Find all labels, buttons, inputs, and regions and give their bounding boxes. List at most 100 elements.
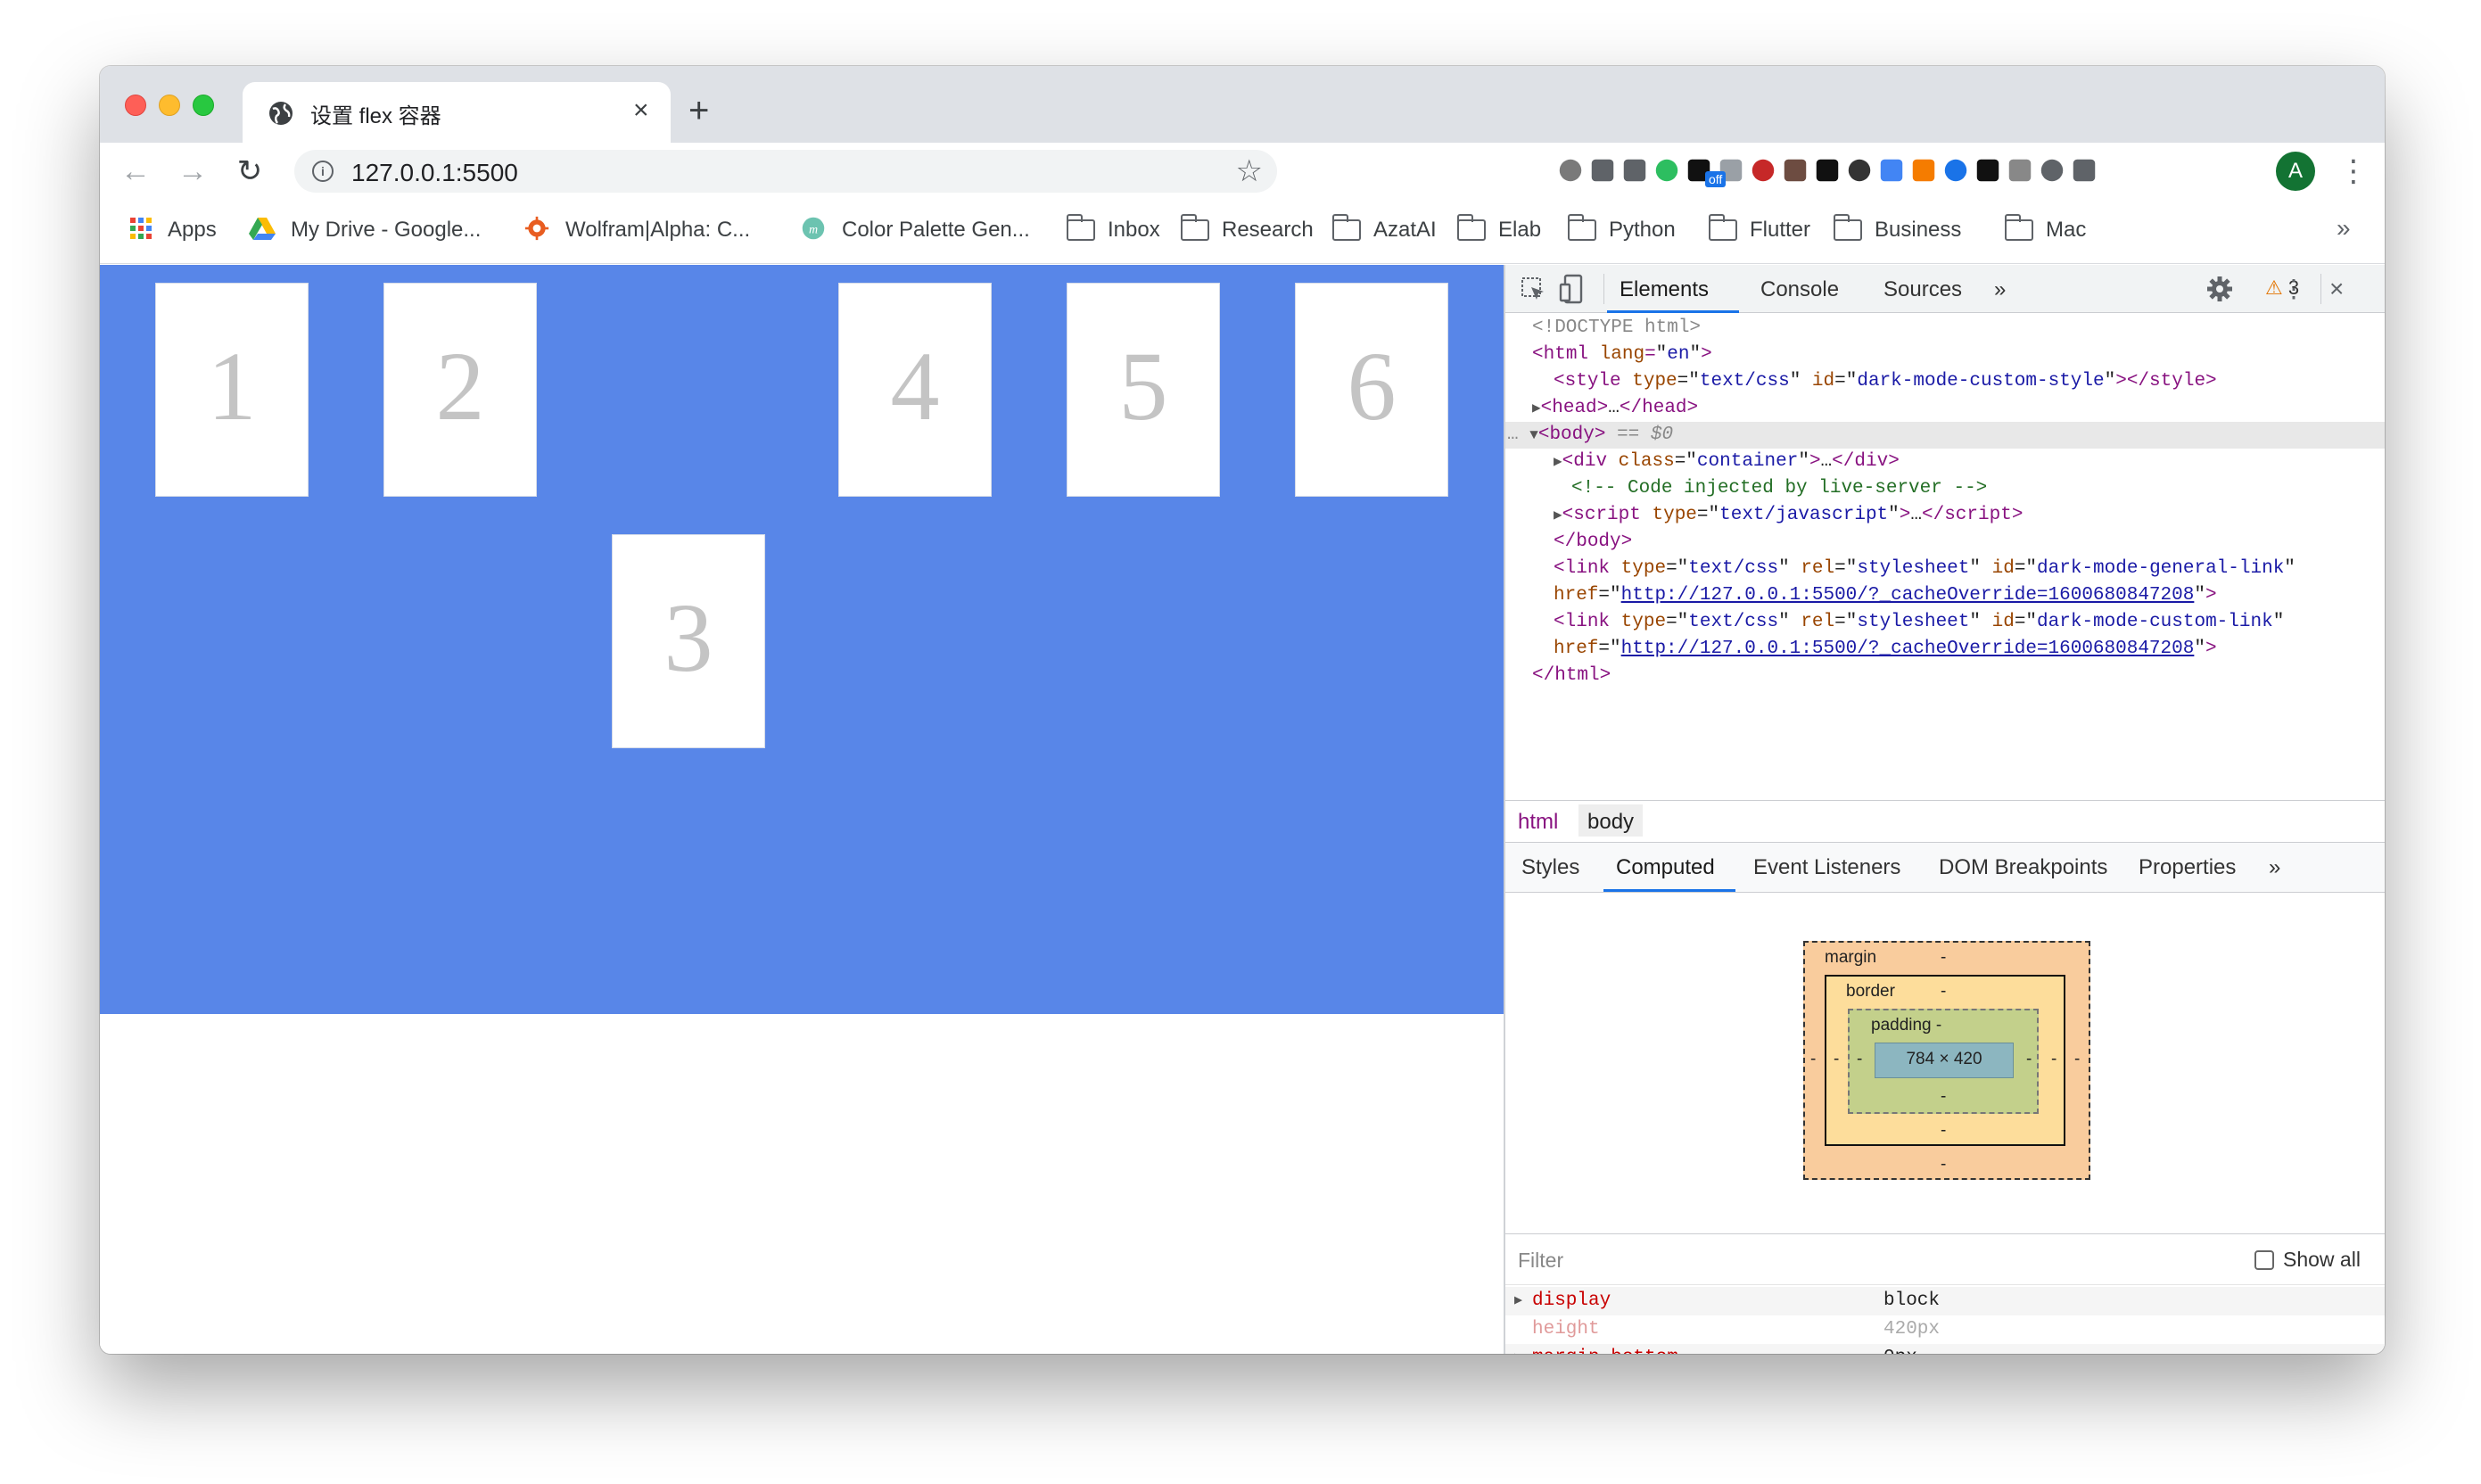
stylesheet-link[interactable]: http://127.0.0.1:5500/?_cacheOverride=16… [1621,585,2195,606]
dom-link-href-2[interactable]: href="http://127.0.0.1:5500/?_cacheOverr… [1505,636,2385,663]
bookmark-folder-research[interactable]: Research [1222,218,1314,243]
tab-elements[interactable]: Elements [1620,277,1709,302]
close-window-button[interactable] [125,95,146,116]
extension-badge: off [1705,171,1727,187]
tab-event-listeners[interactable]: Event Listeners [1753,855,1900,880]
dom-tree: <!DOCTYPE html> <html lang="en"> <style … [1505,313,2385,732]
vue-extension-icon[interactable] [2008,159,2032,182]
new-tab-button[interactable]: + [688,93,709,128]
expand-triangle-icon[interactable]: ▶ [1514,1287,1522,1315]
breadcrumb-body[interactable]: body [1578,804,1644,837]
flex-item-number: 6 [1347,332,1397,441]
translate-extension-icon[interactable] [1880,159,1903,182]
show-all-checkbox[interactable] [2254,1250,2274,1270]
active-tab-indicator [1603,889,1735,892]
bookmark-folder-mac[interactable]: Mac [2046,218,2086,243]
settings-gear-icon[interactable] [2206,276,2233,302]
breadcrumb-html[interactable]: html [1509,810,1567,842]
computed-property-row[interactable]: ▶ display block [1505,1287,2385,1315]
hypothesis-extension-icon[interactable] [1623,159,1646,182]
show-all-label[interactable]: Show all [2283,1248,2361,1272]
bookmark-wolfram-alpha[interactable]: Wolfram|Alpha: C... [565,218,750,243]
bookmark-folder-azatai[interactable]: AzatAI [1373,218,1437,243]
reload-button[interactable]: ↻ [232,153,268,189]
toolbar-divider [1603,274,1604,304]
minimize-window-button[interactable] [159,95,180,116]
tab-styles[interactable]: Styles [1521,855,1579,880]
bookmark-star-icon[interactable]: ☆ [1236,153,1263,189]
stylesheet-link[interactable]: http://127.0.0.1:5500/?_cacheOverride=16… [1621,639,2195,659]
evernote-extension-icon[interactable] [1655,159,1678,182]
dom-div-container-node[interactable]: ▶<div class="container">…</div> [1505,449,2385,475]
computed-property-row[interactable]: ▶ margin-bottom 0px [1505,1344,2385,1354]
tab-close-icon[interactable]: × [633,95,649,127]
margin-bottom-value: - [1941,1155,1947,1174]
forward-button[interactable]: → [175,153,210,189]
browser-toolbar: ← → ↻ i 127.0.0.1:5500 ☆ off A ⋮ [100,143,2385,200]
bookmark-apps[interactable]: Apps [168,218,217,243]
address-bar[interactable]: i 127.0.0.1:5500 ☆ [294,150,1277,193]
book-extension-icon[interactable] [1752,159,1775,182]
jetbrains-extension-icon[interactable] [1976,159,1999,182]
gear-extension-icon[interactable] [1559,159,1582,182]
dom-style-node[interactable]: <style type="text/css" id="dark-mode-cus… [1505,368,2385,395]
tab-properties[interactable]: Properties [2139,855,2236,880]
back-button[interactable]: ← [118,153,153,189]
notion-extension-icon[interactable] [1816,159,1839,182]
device-toolbar-icon[interactable] [1559,274,1586,304]
tab-computed[interactable]: Computed [1616,855,1715,880]
lightbulb-extension-icon[interactable] [1944,159,1967,182]
pocket-extension-icon[interactable] [1591,159,1614,182]
dom-link-node-1[interactable]: <link type="text/css" rel="stylesheet" i… [1505,556,2385,582]
devtools-menu-icon[interactable]: ⋮ [2281,274,2306,304]
browser-menu-icon[interactable]: ⋮ [2338,152,2369,191]
puzzle-extension-icon[interactable] [2073,159,2096,182]
dom-doctype[interactable]: <!DOCTYPE html> [1505,315,2385,342]
more-sub-tabs-icon[interactable]: » [2269,855,2280,880]
bookmark-folder-inbox[interactable]: Inbox [1108,218,1160,243]
more-tabs-icon[interactable]: » [1994,277,2006,302]
filter-input[interactable]: Filter [1518,1249,1563,1273]
tab-sources[interactable]: Sources [1883,277,1962,302]
bookmark-folder-elab[interactable]: Elab [1498,218,1541,243]
browser-tab[interactable]: 设置 flex 容器 × [243,82,671,143]
dom-comment-node[interactable]: <!-- Code injected by live-server --> [1505,475,2385,502]
dom-body-node[interactable]: … ▼<body> == $0 [1505,422,2385,449]
bookmarks-overflow-icon[interactable]: » [2337,214,2351,243]
cube-extension-icon[interactable] [1848,159,1871,182]
devtools-close-icon[interactable]: × [2329,274,2344,304]
dom-html-node[interactable]: <html lang="en"> [1505,342,2385,368]
property-value: block [1883,1290,1941,1311]
info-icon[interactable]: i [312,161,334,182]
browser-window: 设置 flex 容器 × + ← → ↻ i 127.0.0.1:5500 ☆ … [100,66,2385,1354]
folder-icon [1456,214,1486,241]
computed-property-row[interactable]: height 420px [1505,1315,2385,1344]
folder-icon [1833,214,1862,241]
expand-triangle-icon[interactable]: ▶ [1514,1344,1522,1354]
expand-triangle-icon: ▶ [1554,454,1562,470]
dom-html-close[interactable]: </html> [1505,663,2385,689]
bookmark-color-palette[interactable]: Color Palette Gen... [842,218,1030,243]
margin-label: margin [1825,948,1877,967]
bookmark-my-drive[interactable]: My Drive - Google... [291,218,481,243]
dom-link-href-1[interactable]: href="http://127.0.0.1:5500/?_cacheOverr… [1505,582,2385,609]
profile-avatar[interactable]: A [2276,152,2315,191]
tab-console[interactable]: Console [1760,277,1839,302]
maximize-window-button[interactable] [193,95,214,116]
mouse-extension-icon[interactable] [2040,159,2064,182]
dom-body-close[interactable]: </body> [1505,529,2385,556]
bookmark-folder-business[interactable]: Business [1875,218,1961,243]
bookmark-folder-flutter[interactable]: Flutter [1750,218,1810,243]
dom-head-node[interactable]: ▶<head>…</head> [1505,395,2385,422]
expand-triangle-icon: ▶ [1532,400,1541,416]
box-model-content-size[interactable]: 784 × 420 [1875,1043,2014,1078]
url-text[interactable]: 127.0.0.1:5500 [351,159,518,187]
dom-link-node-2[interactable]: <link type="text/css" rel="stylesheet" i… [1505,609,2385,636]
calendar-off-extension-icon[interactable] [1784,159,1807,182]
inspect-element-icon[interactable] [1520,276,1546,302]
google-drive-icon [249,218,276,240]
dom-script-node[interactable]: ▶<script type="text/javascript">…</scrip… [1505,502,2385,529]
orange-extension-icon[interactable] [1912,159,1935,182]
bookmark-folder-python[interactable]: Python [1609,218,1676,243]
tab-dom-breakpoints[interactable]: DOM Breakpoints [1939,855,2107,880]
